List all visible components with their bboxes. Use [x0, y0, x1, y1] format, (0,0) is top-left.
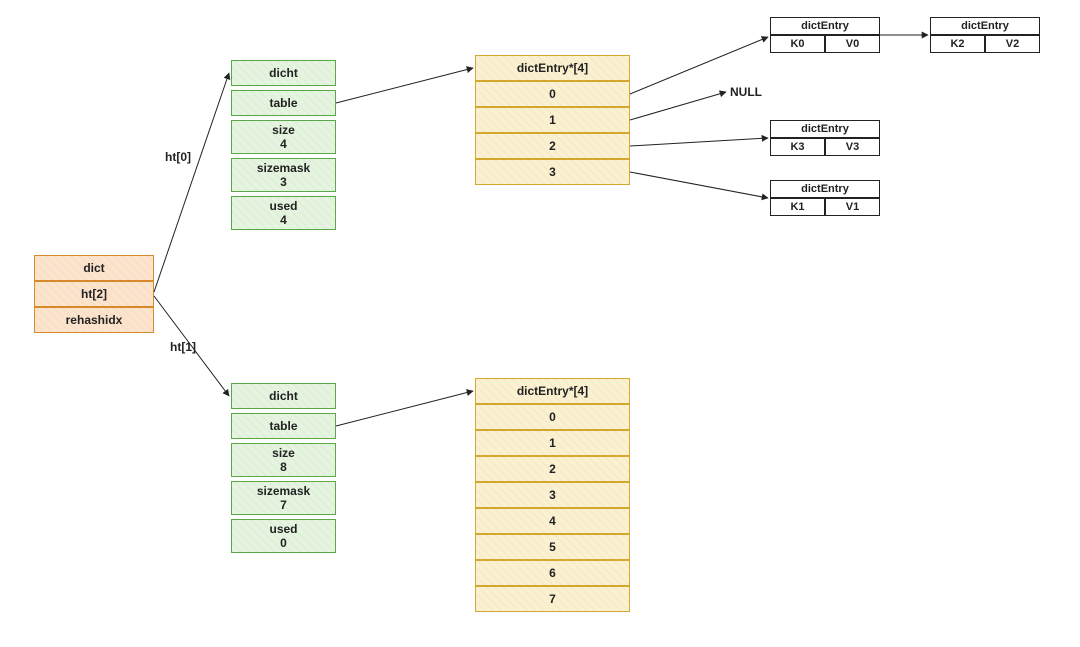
entry-k2v2-title: dictEntry	[930, 17, 1040, 35]
table1-header: dictEntry*[4]	[475, 378, 630, 404]
table0-slot-3: 3	[475, 159, 630, 185]
entry-k2v2-key: K2	[930, 35, 985, 53]
entry-k0v0-title: dictEntry	[770, 17, 880, 35]
ht0-title: dicht	[231, 60, 336, 86]
null-label: NULL	[730, 85, 762, 99]
table0-header: dictEntry*[4]	[475, 55, 630, 81]
table0-slot-0: 0	[475, 81, 630, 107]
table1-slot-7: 7	[475, 586, 630, 612]
table1-slot-2: 2	[475, 456, 630, 482]
entry-k3v3-key: K3	[770, 138, 825, 156]
entry-k0v0-key: K0	[770, 35, 825, 53]
entry-k2v2-val: V2	[985, 35, 1040, 53]
table1-slot-1: 1	[475, 430, 630, 456]
ht0-field-size: size4	[231, 120, 336, 154]
table1-slot-5: 5	[475, 534, 630, 560]
table1-slot-3: 3	[475, 482, 630, 508]
table0-slot-2: 2	[475, 133, 630, 159]
dict-field-rehashidx: rehashidx	[34, 307, 154, 333]
ht1-field-sizemask: sizemask7	[231, 481, 336, 515]
entry-k1v1-key: K1	[770, 198, 825, 216]
table1-slot-4: 4	[475, 508, 630, 534]
ht1-field-table: table	[231, 413, 336, 439]
entry-k3v3-val: V3	[825, 138, 880, 156]
entry-k3v3-title: dictEntry	[770, 120, 880, 138]
table0-slot-1: 1	[475, 107, 630, 133]
dict-title: dict	[34, 255, 154, 281]
ht1-field-size: size8	[231, 443, 336, 477]
table1-slot-6: 6	[475, 560, 630, 586]
entry-k1v1-val: V1	[825, 198, 880, 216]
ht0-field-used: used4	[231, 196, 336, 230]
ht1-title: dicht	[231, 383, 336, 409]
edge-label-ht0: ht[0]	[165, 150, 191, 164]
ht0-field-sizemask: sizemask3	[231, 158, 336, 192]
edge-label-ht1: ht[1]	[170, 340, 196, 354]
entry-k1v1-title: dictEntry	[770, 180, 880, 198]
table1-slot-0: 0	[475, 404, 630, 430]
ht1-field-used: used0	[231, 519, 336, 553]
ht0-field-table: table	[231, 90, 336, 116]
entry-k0v0-val: V0	[825, 35, 880, 53]
dict-field-ht: ht[2]	[34, 281, 154, 307]
